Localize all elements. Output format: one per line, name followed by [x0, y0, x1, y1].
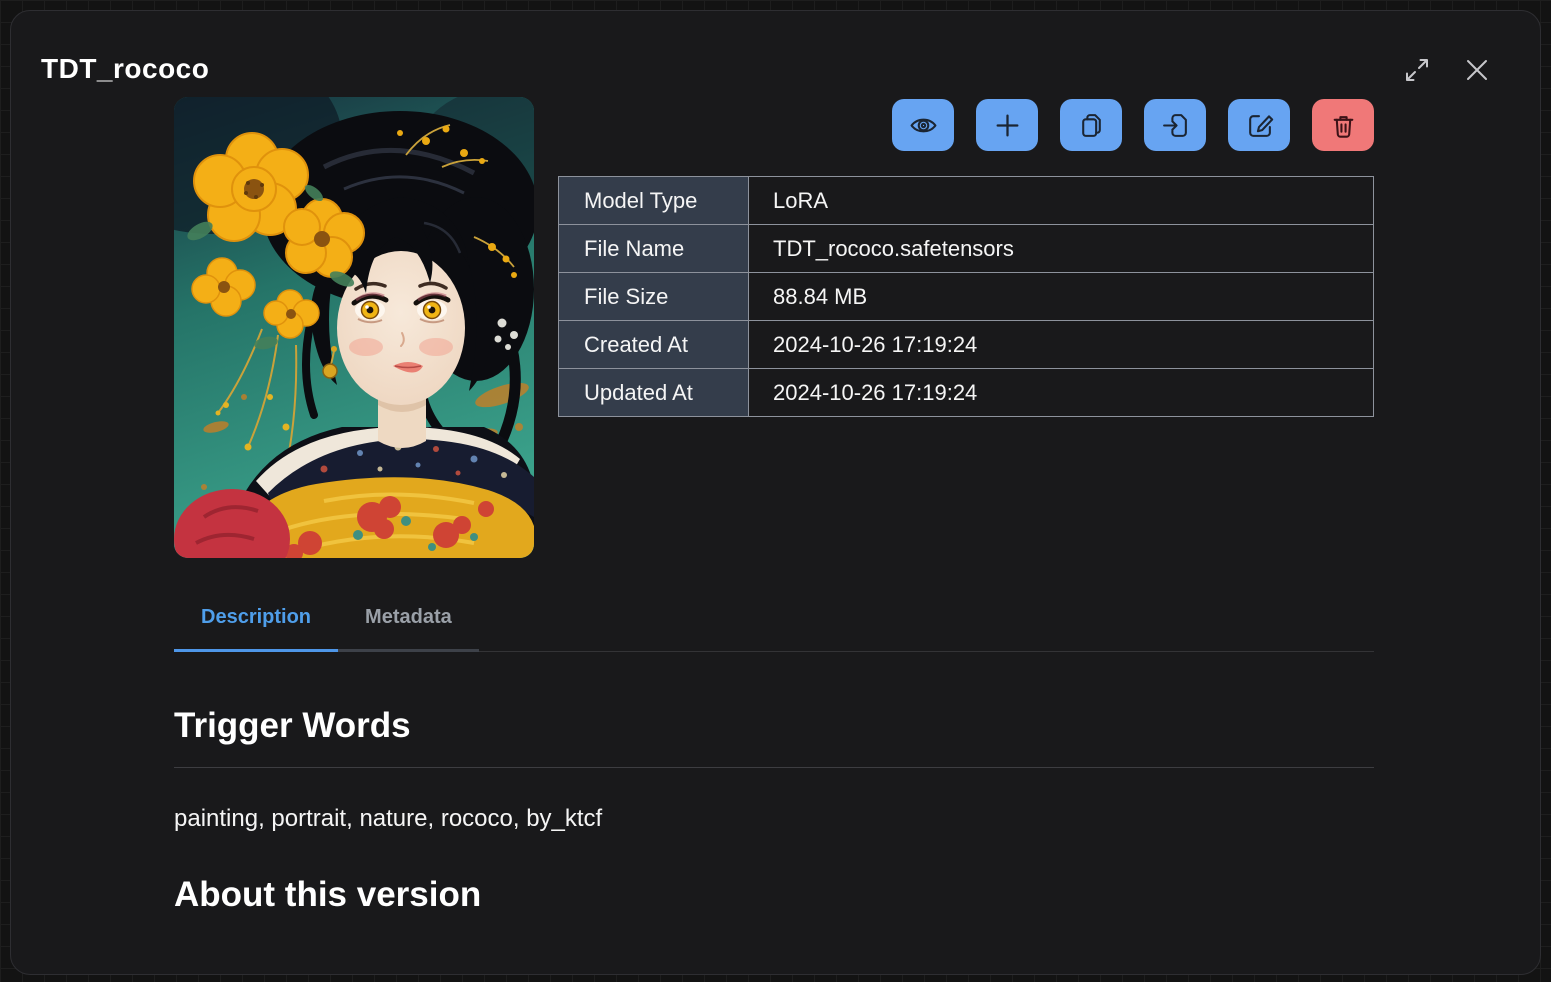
info-label: Model Type	[559, 177, 749, 225]
import-icon	[1161, 111, 1190, 140]
add-button[interactable]	[976, 99, 1038, 151]
edit-icon	[1245, 111, 1274, 140]
preview-button[interactable]	[892, 99, 954, 151]
action-toolbar	[558, 99, 1374, 151]
edit-button[interactable]	[1228, 99, 1290, 151]
model-details-modal: TDT_rococo	[10, 10, 1541, 975]
info-value: 2024-10-26 17:19:24	[749, 321, 1374, 369]
info-value: LoRA	[749, 177, 1374, 225]
modal-content: Model Type LoRA File Name TDT_rococo.saf…	[11, 97, 1540, 915]
info-label: File Name	[559, 225, 749, 273]
table-row: Updated At 2024-10-26 17:19:24	[559, 369, 1374, 417]
divider	[174, 767, 1374, 768]
model-title: TDT_rococo	[41, 53, 209, 85]
copy-button[interactable]	[1060, 99, 1122, 151]
table-row: File Name TDT_rococo.safetensors	[559, 225, 1374, 273]
tab-bar: Description Metadata	[174, 606, 1374, 652]
eye-icon	[909, 111, 938, 140]
table-row: Created At 2024-10-26 17:19:24	[559, 321, 1374, 369]
model-info-table: Model Type LoRA File Name TDT_rococo.saf…	[558, 176, 1374, 417]
trash-icon	[1329, 111, 1358, 140]
details-column: Model Type LoRA File Name TDT_rococo.saf…	[558, 97, 1374, 417]
table-row: File Size 88.84 MB	[559, 273, 1374, 321]
description-panel: Trigger Words painting, portrait, nature…	[174, 706, 1374, 915]
expand-icon[interactable]	[1402, 55, 1432, 85]
window-controls	[1402, 55, 1492, 85]
table-row: Model Type LoRA	[559, 177, 1374, 225]
top-row: Model Type LoRA File Name TDT_rococo.saf…	[174, 97, 1374, 558]
info-value: 88.84 MB	[749, 273, 1374, 321]
tab-metadata[interactable]: Metadata	[338, 606, 479, 652]
plus-icon	[993, 111, 1022, 140]
info-label: Updated At	[559, 369, 749, 417]
portrait-illustration	[174, 97, 534, 558]
trigger-words-heading: Trigger Words	[174, 706, 1374, 746]
info-value: TDT_rococo.safetensors	[749, 225, 1374, 273]
info-label: Created At	[559, 321, 749, 369]
model-preview-image	[174, 97, 534, 558]
info-value: 2024-10-26 17:19:24	[749, 369, 1374, 417]
close-icon[interactable]	[1462, 55, 1492, 85]
import-button[interactable]	[1144, 99, 1206, 151]
trigger-words-text: painting, portrait, nature, rococo, by_k…	[174, 805, 1374, 833]
tab-description[interactable]: Description	[174, 606, 338, 652]
about-version-heading: About this version	[174, 875, 1374, 915]
delete-button[interactable]	[1312, 99, 1374, 151]
copy-icon	[1077, 111, 1106, 140]
modal-header: TDT_rococo	[11, 11, 1540, 85]
info-label: File Size	[559, 273, 749, 321]
